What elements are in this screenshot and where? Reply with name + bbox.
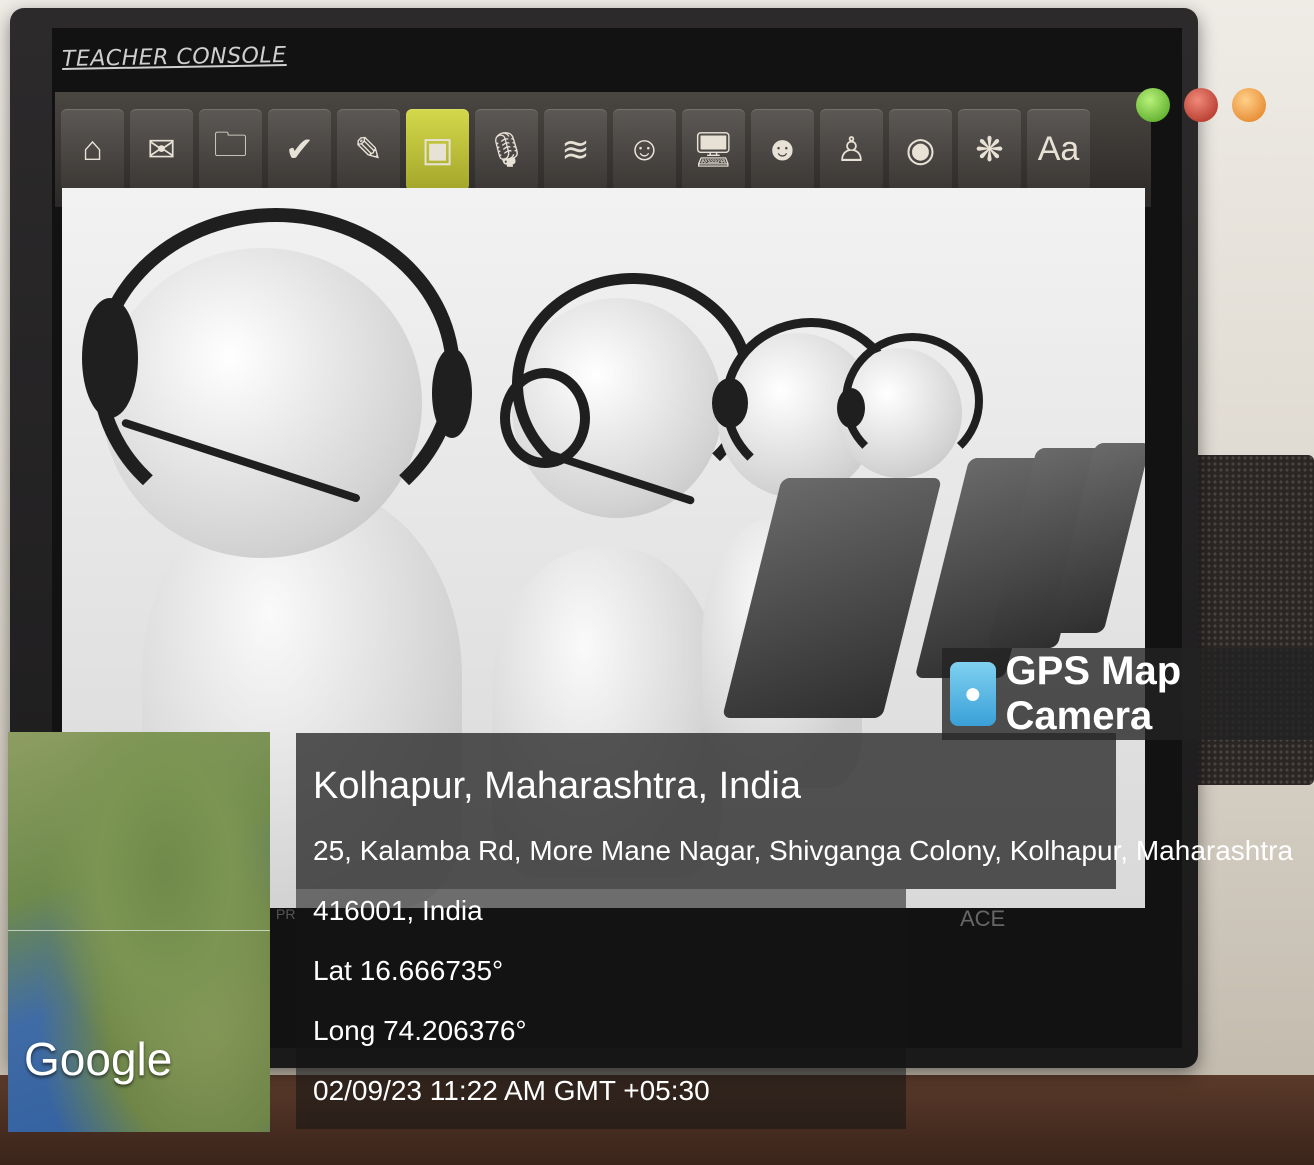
presentation-tool-button[interactable]: ▣ [406, 108, 469, 191]
laptop [722, 478, 942, 718]
folder-tool-button[interactable]: 🗀 [199, 108, 262, 191]
home-icon: ⌂ [82, 130, 103, 168]
teacher-tool-button[interactable]: ♙ [820, 108, 883, 191]
place-name: Kolhapur, Maharashtra, India [313, 765, 801, 807]
headset-band [92, 208, 460, 536]
screen-fragment-left: PR [276, 906, 296, 922]
home-tool-button[interactable]: ⌂ [61, 108, 124, 191]
headset-ear [712, 378, 748, 428]
longitude: Long 74.206376° [313, 1015, 527, 1046]
minimize-button[interactable] [1232, 88, 1266, 122]
microphone-tool-button[interactable]: 🎙 [475, 108, 538, 191]
colors-tool-button[interactable]: ❋ [958, 108, 1021, 191]
audio-meter-tool-button[interactable]: ≋ [544, 108, 607, 191]
headset-ear [432, 348, 472, 438]
headset-ear [82, 298, 138, 418]
map-pin-icon: ● [950, 662, 996, 726]
chat-icon: ✎ [354, 130, 383, 169]
assignment-tool-button[interactable]: ✉ [130, 108, 193, 191]
console-title: TEACHER CONSOLE [61, 43, 287, 72]
folder-icon: 🗀 [213, 126, 248, 164]
computer-tool-button[interactable]: 🖥 [682, 108, 745, 191]
screen-fragment-center: ACE [960, 906, 1006, 931]
chat-tool-button[interactable]: ✎ [337, 108, 400, 191]
google-logo: Google [24, 1033, 173, 1085]
microphone-icon: 🎙 [484, 130, 529, 169]
audio-meter-icon: ≋ [561, 130, 590, 169]
close-button[interactable] [1184, 88, 1218, 122]
presentation-icon: ▣ [421, 130, 454, 169]
colors-icon: ❋ [975, 130, 1004, 169]
headset-ear [837, 388, 865, 428]
student-tool-button[interactable]: ☺ [613, 108, 676, 191]
window-controls [1136, 88, 1266, 122]
address-line-2: 416001, India [313, 895, 483, 926]
teacher-icon: ♙ [836, 130, 867, 169]
camera-icon: ◉ [905, 130, 936, 169]
user-chat-tool-button[interactable]: ☻ [751, 108, 814, 191]
datetime: 02/09/23 11:22 AM GMT +05:30 [313, 1075, 710, 1106]
assignment-icon: ✉ [147, 130, 176, 169]
maximize-button[interactable] [1136, 88, 1170, 122]
user-chat-icon: ☻ [764, 130, 801, 168]
check-icon: ✔ [285, 130, 314, 169]
brand-name: GPS Map Camera [1005, 649, 1182, 738]
gps-brand-badge: ● GPS Map Camera [942, 648, 1314, 740]
font-tool-button[interactable]: Aa [1027, 108, 1090, 191]
computer-icon: 🖥 [691, 130, 736, 169]
camera-tool-button[interactable]: ◉ [889, 108, 952, 191]
latitude: Lat 16.666735° [313, 955, 504, 986]
font-icon: Aa [1037, 130, 1080, 168]
map-divider [8, 930, 270, 931]
student-icon: ☺ [627, 130, 662, 168]
address-line-1: 25, Kalamba Rd, More Mane Nagar, Shivgan… [313, 835, 1294, 866]
check-tool-button[interactable]: ✔ [268, 108, 331, 191]
